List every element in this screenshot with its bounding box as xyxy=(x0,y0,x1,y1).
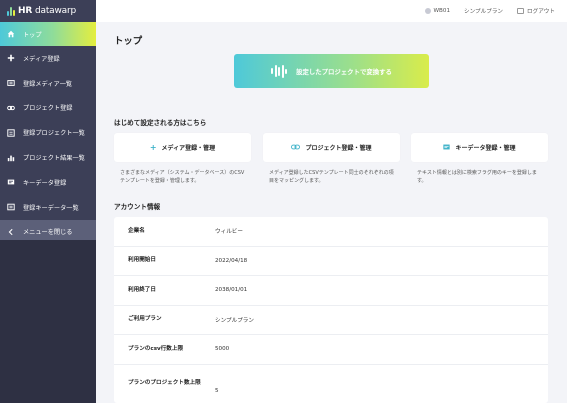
wave-icon xyxy=(271,64,288,78)
top-header: WB01 シンプルプラン ログアウト xyxy=(96,0,567,22)
sidebar-item-media-register[interactable]: メディア登録 xyxy=(0,46,96,71)
sidebar-item-label: 登録キーデータ一覧 xyxy=(23,204,79,212)
plan-name: シンプルプラン xyxy=(464,9,504,15)
table-row: 利用終了日 2038/01/01 xyxy=(114,276,548,306)
card-label: プロジェクト登録・管理 xyxy=(305,145,372,152)
row-label: 企業名 xyxy=(128,227,145,234)
sidebar-item-label: プロジェクト登録 xyxy=(23,105,73,113)
table-row: プランのプロジェクト数上限 5 xyxy=(114,365,548,403)
keydata-manage-card[interactable]: キーデータ登録・管理 xyxy=(411,133,548,162)
row-label: 利用開始日 xyxy=(128,257,156,264)
main-content: トップ 設定したプロジェクトで変換する はじめて設定される方はこちら + メディ… xyxy=(96,22,567,403)
table-row: ご利用プラン シンプルプラン xyxy=(114,306,548,335)
plan-label: シンプルプラン xyxy=(464,7,503,15)
row-label: 利用終了日 xyxy=(128,286,156,293)
row-value: 5 xyxy=(215,387,219,394)
logout-button[interactable]: ログアウト xyxy=(517,7,555,15)
sidebar-item-label: キーデータ登録 xyxy=(23,179,67,187)
convert-project-button[interactable]: 設定したプロジェクトで変換する xyxy=(234,54,429,88)
chevron-left-icon xyxy=(7,228,15,236)
sidebar-item-label: トップ xyxy=(23,31,42,39)
key-card-icon xyxy=(443,143,451,152)
plus-icon: + xyxy=(149,143,157,152)
user-id: WB01 xyxy=(433,8,451,14)
sidebar-item-label: 登録プロジェクト一覧 xyxy=(23,130,85,138)
sidebar-footer-area xyxy=(0,240,96,403)
account-section-title: アカウント情報 xyxy=(114,203,161,211)
sidebar-item-keydata-list[interactable]: 登録キーデータ一覧 xyxy=(0,195,96,220)
collapse-menu-label: メニューを閉じる xyxy=(23,229,73,237)
sidebar-item-project-list[interactable]: 登録プロジェクト一覧 xyxy=(0,120,96,145)
row-value: シンプルプラン xyxy=(215,317,254,324)
table-row: 企業名 ウィルビー xyxy=(114,217,548,247)
link-icon xyxy=(291,143,301,152)
table-row: 利用開始日 2022/04/18 xyxy=(114,247,548,276)
brand-logo[interactable]: HR datawarp xyxy=(0,0,96,22)
project-manage-card[interactable]: プロジェクト登録・管理 xyxy=(263,133,400,162)
user-avatar-icon xyxy=(424,8,431,14)
list-icon xyxy=(7,129,15,137)
row-value: ウィルビー xyxy=(215,229,243,236)
media-card-description: さまざまなメディア（システム・データベース）のCSVテンプレートを登録・管理しま… xyxy=(120,170,245,184)
sidebar-item-project-register[interactable]: プロジェクト登録 xyxy=(0,96,96,121)
sidebar: HR datawarp トップ メディア登録 登録メディア一覧 プロジェクト登録… xyxy=(0,0,96,403)
chart-icon xyxy=(7,154,15,162)
row-label: ご利用プラン xyxy=(128,316,162,323)
sidebar-item-label: 登録メディア一覧 xyxy=(23,80,73,88)
sidebar-item-label: メディア登録 xyxy=(23,55,60,63)
page-title: トップ xyxy=(114,36,143,47)
row-value: 5000 xyxy=(215,346,230,353)
project-card-description: メディア登録したCSVテンプレート同士のそれぞれの項目をマッピングします。 xyxy=(269,170,394,184)
user-menu[interactable]: WB01 xyxy=(424,8,451,14)
table-row: プランのcsv行数上限 5000 xyxy=(114,335,548,365)
sidebar-item-label: プロジェクト結果一覧 xyxy=(23,155,85,163)
logo-mark-icon xyxy=(7,6,15,16)
list-icon xyxy=(7,203,15,211)
brand-name: HR datawarp xyxy=(18,6,76,16)
row-label: プランのcsv行数上限 xyxy=(128,345,184,352)
sidebar-item-media-list[interactable]: 登録メディア一覧 xyxy=(0,71,96,96)
media-manage-card[interactable]: + メディア登録・管理 xyxy=(114,133,251,162)
row-label: プランのプロジェクト数上限 xyxy=(128,380,201,386)
account-info-table: 企業名 ウィルビー 利用開始日 2022/04/18 利用終了日 2038/01… xyxy=(114,217,548,403)
card-label: キーデータ登録・管理 xyxy=(455,145,516,152)
convert-button-label: 設定したプロジェクトで変換する xyxy=(296,67,392,76)
intro-section-title: はじめて設定される方はこちら xyxy=(114,119,207,127)
sidebar-item-keydata-register[interactable]: キーデータ登録 xyxy=(0,170,96,195)
plus-icon xyxy=(7,54,15,62)
keydata-card-description: テキスト情報とは別に検索フラグ用のキーを登録します。 xyxy=(417,170,537,184)
row-value: 2022/04/18 xyxy=(215,257,248,264)
link-icon xyxy=(7,104,15,112)
card-label: メディア登録・管理 xyxy=(161,145,216,152)
logout-icon xyxy=(517,8,525,14)
home-icon xyxy=(7,30,15,38)
logout-label: ログアウト xyxy=(527,9,555,15)
sidebar-item-project-results[interactable]: プロジェクト結果一覧 xyxy=(0,145,96,170)
sidebar-item-top[interactable]: トップ xyxy=(0,22,96,46)
row-value: 2038/01/01 xyxy=(215,287,248,294)
key-card-icon xyxy=(7,178,15,186)
list-icon xyxy=(7,79,15,87)
